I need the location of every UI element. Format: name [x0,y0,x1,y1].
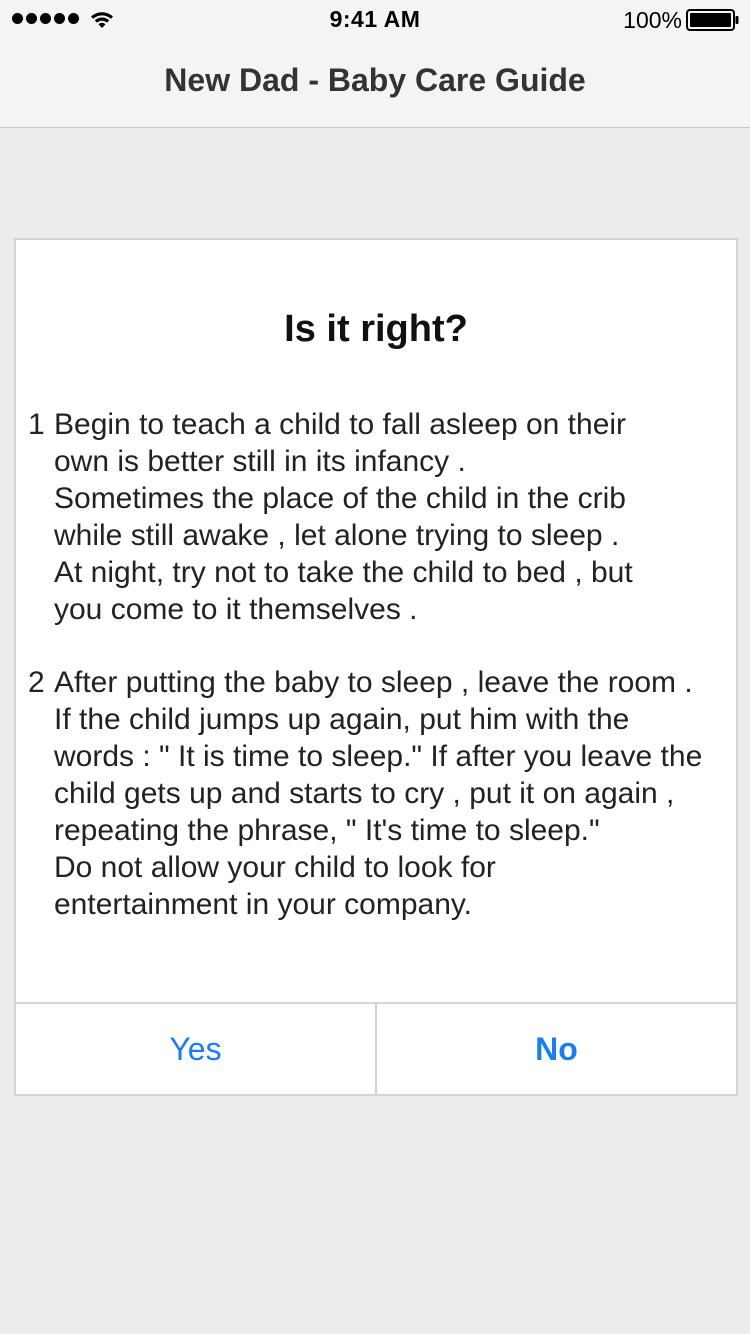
card-actions: Yes No [16,1002,736,1094]
tip-text-line: At night, try not to take the child to b… [54,556,633,589]
tip-number: 2 [28,666,45,699]
tip-text-line: Do not allow your child to look for [54,851,496,884]
tip-text-line: If the child jumps up again, put him wit… [54,703,630,736]
tip-text-line: entertainment in your company. [54,888,472,921]
tip-text-line: words : " It is time to sleep." If after… [54,740,703,773]
tip-text-line: repeating the phrase, " It's time to sle… [54,814,600,847]
tip-item: 1 Begin to teach a child to fall asleep … [28,406,728,628]
no-button[interactable]: No [375,1004,736,1094]
yes-button[interactable]: Yes [16,1004,375,1094]
question-card: Is it right? 1 Begin to teach a child to… [14,238,738,1096]
tip-text-line: After putting the baby to sleep , leave … [54,666,693,699]
card-title: Is it right? [284,308,468,350]
tip-text-line: while still awake , let alone trying to … [54,519,620,552]
tip-text-line: own is better still in its infancy . [54,445,466,478]
page-title: New Dad - Baby Care Guide [164,62,586,98]
tip-text-line: Begin to teach a child to fall asleep on… [54,408,627,441]
tip-item: 2 After putting the baby to sleep , leav… [28,664,728,923]
tip-text-line: you come to it themselves . [54,593,418,626]
tip-number: 1 [28,408,45,441]
navigation-bar: New Dad - Baby Care Guide [0,40,750,128]
screen: 9:41 AM 100% New Dad - Baby Care Guide I… [0,0,750,1334]
tip-text-line: Sometimes the place of the child in the … [54,482,626,515]
tip-text-line: child gets up and starts to cry , put it… [54,777,675,810]
battery-icon [686,9,739,31]
status-bar: 9:41 AM 100% [0,0,750,40]
battery-percentage: 100% [623,7,682,33]
